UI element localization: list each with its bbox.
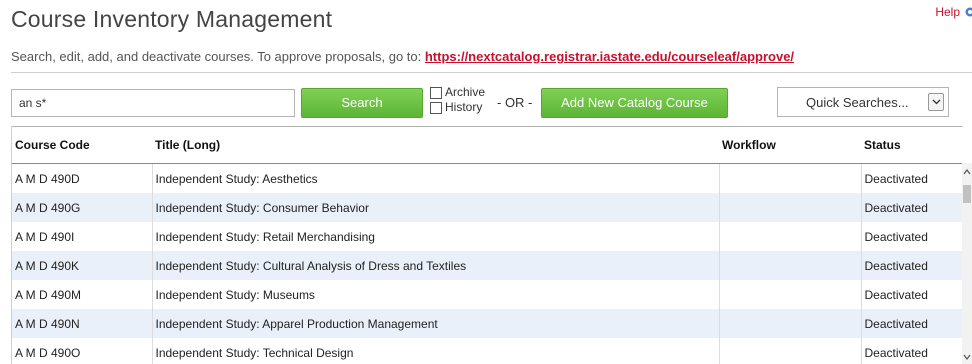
status-cell: Deactivated	[861, 251, 963, 280]
column-header-course-code[interactable]: Course Code	[12, 126, 152, 164]
intro-description: Search, edit, add, and deactivate course…	[11, 49, 425, 64]
workflow-cell	[719, 280, 862, 309]
table-row[interactable]: A M D 490G Independent Study: Consumer B…	[12, 193, 963, 222]
archive-row: Archive	[429, 86, 485, 99]
course-table-container: Course Code Title (Long) Workflow Status…	[11, 126, 972, 364]
history-checkbox[interactable]	[430, 101, 442, 114]
archive-label: Archive	[445, 85, 486, 99]
history-row: History	[429, 101, 485, 114]
page-title: Course Inventory Management	[11, 6, 333, 32]
scroll-up-icon[interactable]	[963, 168, 971, 176]
help-icon	[963, 7, 972, 17]
help-label: Help	[935, 5, 960, 19]
status-cell: Deactivated	[861, 193, 963, 222]
status-cell: Deactivated	[861, 280, 963, 309]
course-code-cell: A M D 490M	[12, 280, 153, 309]
workflow-cell	[719, 193, 862, 222]
course-title-cell: Independent Study: Apparel Production Ma…	[152, 309, 720, 338]
table-row[interactable]: A M D 490D Independent Study: Aesthetics…	[12, 163, 963, 193]
workflow-cell	[719, 163, 862, 193]
help-link[interactable]: Help	[935, 5, 972, 19]
course-code-cell: A M D 490N	[12, 309, 153, 338]
search-button[interactable]: Search	[301, 88, 423, 118]
header-divider	[11, 72, 972, 73]
add-course-button[interactable]: Add New Catalog Course	[541, 88, 728, 118]
course-code-cell: A M D 490G	[12, 193, 153, 222]
chevron-down-icon	[928, 93, 944, 111]
table-row[interactable]: A M D 490M Independent Study: Museums De…	[12, 280, 963, 309]
or-separator: - OR -	[497, 95, 533, 110]
status-cell: Deactivated	[861, 338, 963, 364]
status-cell: Deactivated	[861, 163, 963, 193]
status-cell: Deactivated	[861, 309, 963, 338]
course-title-cell: Independent Study: Aesthetics	[152, 163, 720, 193]
column-header-status[interactable]: Status	[861, 126, 963, 164]
course-table: Course Code Title (Long) Workflow Status…	[12, 126, 963, 364]
table-row[interactable]: A M D 490K Independent Study: Cultural A…	[12, 251, 963, 280]
column-header-workflow[interactable]: Workflow	[719, 126, 861, 164]
course-code-cell: A M D 490D	[12, 163, 153, 193]
scrollbar-thumb[interactable]	[963, 185, 971, 203]
course-code-cell: A M D 490O	[12, 338, 153, 364]
course-title-cell: Independent Study: Consumer Behavior	[152, 193, 720, 222]
table-row[interactable]: A M D 490N Independent Study: Apparel Pr…	[12, 309, 963, 338]
archive-checkbox[interactable]	[430, 86, 442, 99]
course-code-cell: A M D 490I	[12, 222, 153, 251]
search-input[interactable]	[11, 89, 295, 117]
workflow-cell	[719, 222, 862, 251]
course-title-cell: Independent Study: Technical Design	[152, 338, 720, 364]
table-row[interactable]: A M D 490O Independent Study: Technical …	[12, 338, 963, 364]
course-code-cell: A M D 490K	[12, 251, 153, 280]
scroll-down-icon[interactable]	[963, 353, 971, 361]
approve-link[interactable]: https://nextcatalog.registrar.iastate.ed…	[425, 49, 794, 64]
history-label: History	[445, 100, 483, 114]
course-title-cell: Independent Study: Retail Merchandising	[152, 222, 720, 251]
table-header-row: Course Code Title (Long) Workflow Status	[12, 126, 963, 164]
course-title-cell: Independent Study: Museums	[152, 280, 720, 309]
table-scrollbar[interactable]	[962, 163, 972, 364]
course-title-cell: Independent Study: Cultural Analysis of …	[152, 251, 720, 280]
quick-searches-value: Quick Searches...	[806, 95, 909, 110]
archive-history-toggle: Archive History	[429, 86, 485, 114]
quick-searches-select[interactable]: Quick Searches...	[777, 87, 949, 117]
workflow-cell	[719, 251, 862, 280]
status-cell: Deactivated	[861, 222, 963, 251]
workflow-cell	[719, 338, 862, 364]
intro-text: Search, edit, add, and deactivate course…	[11, 49, 794, 64]
table-row[interactable]: A M D 490I Independent Study: Retail Mer…	[12, 222, 963, 251]
workflow-cell	[719, 309, 862, 338]
column-header-title[interactable]: Title (Long)	[152, 126, 719, 164]
